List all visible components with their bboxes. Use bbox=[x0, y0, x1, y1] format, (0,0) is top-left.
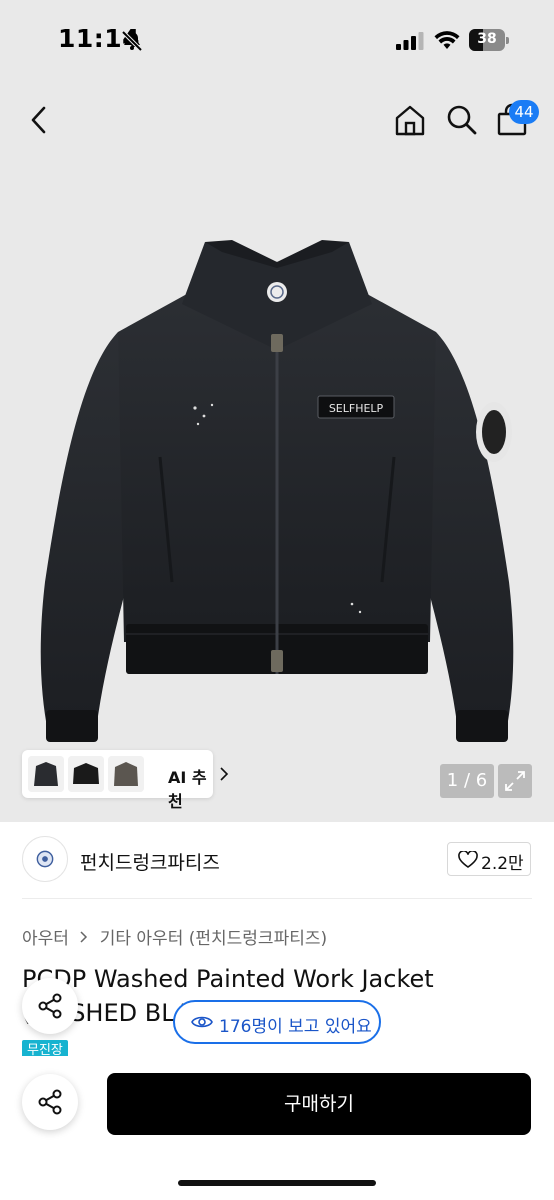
expand-icon[interactable] bbox=[498, 764, 532, 798]
status-bar: 11:14 38 bbox=[0, 0, 554, 80]
thumbnail-2[interactable] bbox=[68, 756, 104, 792]
share-icon bbox=[38, 1089, 62, 1115]
brand-name[interactable]: 펀치드렁크파티즈 bbox=[80, 848, 220, 875]
like-count: 2.2만 bbox=[481, 854, 524, 874]
brand-row: 펀치드렁크파티즈 2.2만 bbox=[0, 836, 554, 886]
cart-count-badge: 44 bbox=[509, 100, 539, 124]
share-float-button[interactable] bbox=[22, 978, 78, 1034]
brand-logo[interactable] bbox=[22, 836, 68, 882]
buy-button[interactable]: 구매하기 bbox=[107, 1073, 531, 1135]
chevron-right-icon bbox=[220, 767, 229, 781]
wifi-icon bbox=[434, 31, 460, 49]
product-photo: SELFHELP bbox=[40, 240, 514, 742]
breadcrumb-subcategory[interactable]: 기타 아우터 (펀치드렁크파티즈) bbox=[100, 929, 327, 949]
product-image-area[interactable]: 11:14 38 44 SELFHELP AI 추천 1 / 6 bbox=[0, 0, 554, 822]
image-page-counter: 1 / 6 bbox=[440, 764, 494, 798]
viewers-pill: 176명이 보고 있어요 bbox=[173, 1000, 381, 1044]
divider bbox=[22, 898, 532, 899]
bell-muted-icon bbox=[121, 30, 143, 52]
like-button[interactable]: 2.2만 bbox=[447, 842, 531, 876]
cellular-signal-icon bbox=[396, 32, 424, 50]
viewers-text: 176명이 보고 있어요 bbox=[219, 1017, 372, 1037]
breadcrumb-category[interactable]: 아우터 bbox=[22, 929, 69, 949]
battery-level: 38 bbox=[477, 31, 497, 47]
bottom-action-bar: 구매하기 bbox=[0, 1056, 554, 1200]
thumbnail-3[interactable] bbox=[108, 756, 144, 792]
heart-icon bbox=[458, 851, 478, 868]
home-icon[interactable] bbox=[392, 102, 428, 138]
search-icon[interactable] bbox=[444, 102, 480, 138]
breadcrumb: 아우터 기타 아우터 (펀치드렁크파티즈) bbox=[22, 924, 327, 949]
chevron-right-icon bbox=[80, 930, 88, 943]
ai-recommend-label[interactable]: AI 추천 bbox=[168, 764, 213, 812]
ai-recommend-strip[interactable]: AI 추천 bbox=[22, 750, 229, 811]
share-icon bbox=[38, 993, 62, 1019]
share-button[interactable] bbox=[22, 1074, 78, 1130]
patch-label: SELFHELP bbox=[329, 402, 384, 415]
battery-indicator: 38 bbox=[469, 29, 509, 51]
back-icon[interactable] bbox=[24, 104, 56, 136]
thumbnail-1[interactable] bbox=[28, 756, 64, 792]
eye-icon bbox=[191, 1016, 213, 1028]
home-indicator bbox=[178, 1180, 376, 1186]
